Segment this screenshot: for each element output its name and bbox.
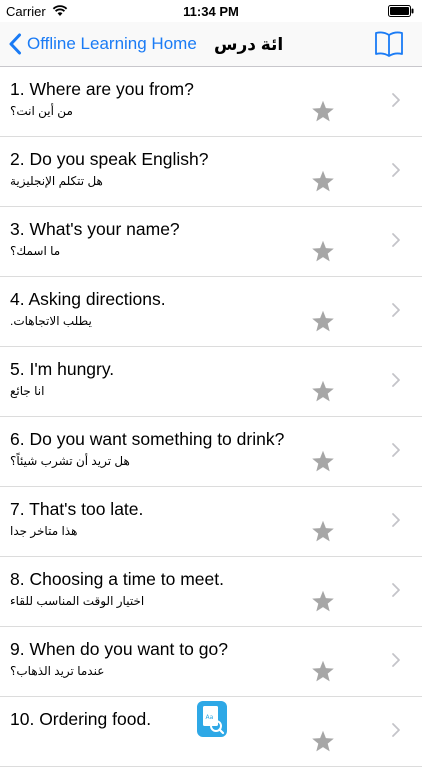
list-item[interactable]: 3. What's your name? ما اسمك؟ — [0, 207, 422, 277]
star-icon[interactable] — [311, 100, 335, 123]
lesson-subtitle: هذا متاخر جدا — [10, 524, 78, 538]
star-icon[interactable] — [311, 660, 335, 683]
chevron-right-icon — [392, 443, 400, 457]
lesson-subtitle: هل تريد أن تشرب شيئاً؟ — [10, 454, 130, 468]
back-chevron-icon — [9, 33, 21, 55]
list-item[interactable]: 1. Where are you from? من أين انت؟ — [0, 67, 422, 137]
lesson-title: 8. Choosing a time to meet. — [10, 569, 224, 589]
star-icon[interactable] — [311, 590, 335, 613]
chevron-right-icon — [392, 373, 400, 387]
star-icon[interactable] — [311, 310, 335, 333]
star-icon[interactable] — [311, 450, 335, 473]
status-time: 11:34 PM — [183, 4, 239, 19]
chevron-right-icon — [392, 723, 400, 737]
dictionary-app-icon[interactable]: Aa — [196, 700, 228, 738]
lesson-subtitle: عندما تريد الذهاب؟ — [10, 664, 105, 678]
chevron-right-icon — [392, 513, 400, 527]
list-item[interactable]: 9. When do you want to go? عندما تريد ال… — [0, 627, 422, 697]
lesson-title: 2. Do you speak English? — [10, 149, 209, 169]
lesson-title: 1. Where are you from? — [10, 79, 194, 99]
lesson-title: 4. Asking directions. — [10, 289, 166, 309]
lesson-title: 7. That's too late. — [10, 499, 144, 519]
lesson-subtitle: هل تتكلم الإنجليزية — [10, 174, 103, 188]
list-item[interactable]: 7. That's too late. هذا متاخر جدا — [0, 487, 422, 557]
navigation-bar: Offline Learning Home ائة درس — [0, 22, 422, 67]
chevron-right-icon — [392, 163, 400, 177]
back-button-label: Offline Learning Home — [27, 34, 197, 53]
battery-icon — [388, 5, 414, 17]
chevron-right-icon — [392, 93, 400, 107]
chevron-right-icon — [392, 233, 400, 247]
svg-text:Aa: Aa — [206, 714, 214, 721]
book-icon[interactable] — [374, 30, 404, 58]
list-item[interactable]: 4. Asking directions. يطلب الاتجاهات. — [0, 277, 422, 347]
lesson-subtitle: من أين انت؟ — [10, 104, 73, 118]
star-icon[interactable] — [311, 240, 335, 263]
lesson-title: 10. Ordering food. — [10, 709, 152, 729]
lesson-subtitle: انا جائع — [10, 384, 45, 398]
list-item[interactable]: 6. Do you want something to drink? هل تر… — [0, 417, 422, 487]
status-bar: Carrier 11:34 PM — [0, 0, 422, 22]
lesson-title: 9. When do you want to go? — [10, 639, 228, 659]
lesson-subtitle: ما اسمك؟ — [10, 244, 61, 258]
chevron-right-icon — [392, 303, 400, 317]
list-item[interactable]: 5. I'm hungry. انا جائع — [0, 347, 422, 417]
list-item[interactable]: 2. Do you speak English? هل تتكلم الإنجل… — [0, 137, 422, 207]
lesson-title: 5. I'm hungry. — [10, 359, 115, 379]
chevron-right-icon — [392, 583, 400, 597]
star-icon[interactable] — [311, 170, 335, 193]
star-icon[interactable] — [311, 520, 335, 543]
lesson-title: 6. Do you want something to drink? — [10, 429, 285, 449]
lesson-title: 3. What's your name? — [10, 219, 180, 239]
lesson-list: 1. Where are you from? من أين انت؟ 2. Do… — [0, 67, 422, 767]
star-icon[interactable] — [311, 380, 335, 403]
lesson-subtitle: يطلب الاتجاهات. — [10, 314, 92, 328]
list-item[interactable]: 8. Choosing a time to meet. اختيار الوقت… — [0, 557, 422, 627]
back-button[interactable]: Offline Learning Home — [8, 30, 197, 58]
chevron-right-icon — [392, 653, 400, 667]
lesson-subtitle: اختيار الوقت المناسب للقاء — [10, 594, 145, 608]
page-title: ائة درس — [214, 35, 284, 54]
